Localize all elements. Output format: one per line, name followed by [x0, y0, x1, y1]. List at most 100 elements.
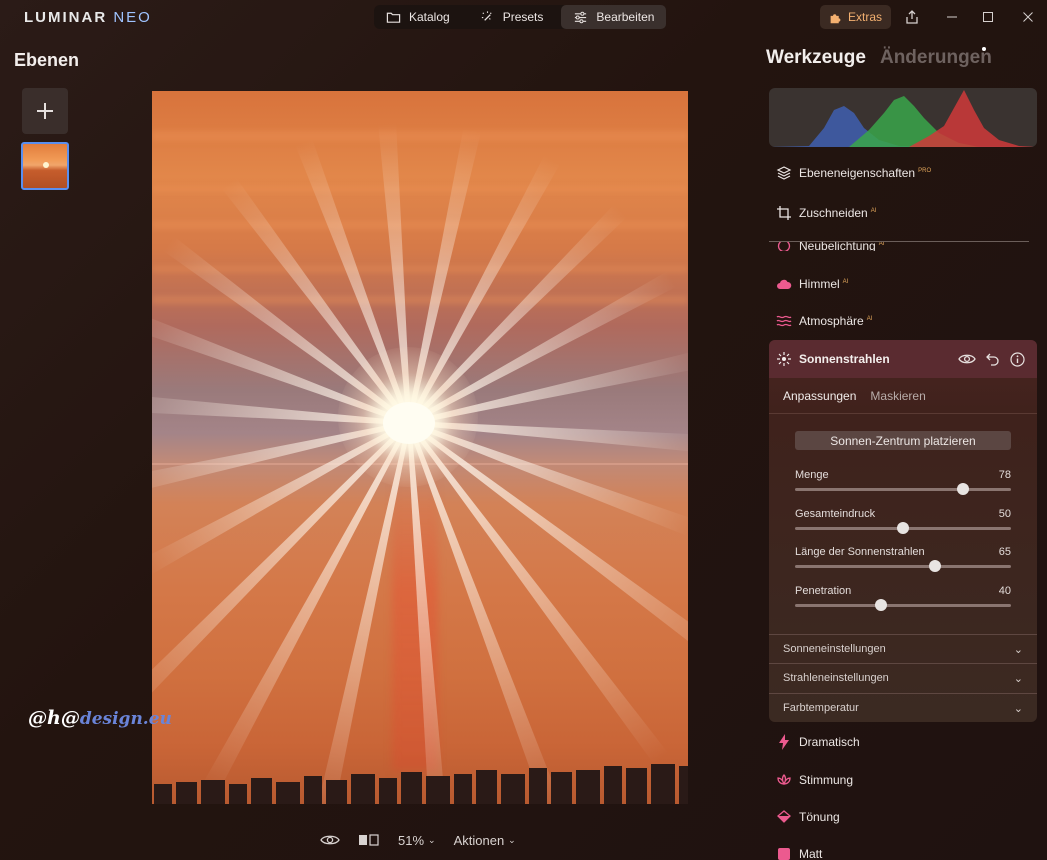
plus-icon	[37, 103, 53, 119]
tool-label: Ebeneneigenschaften PRO	[799, 166, 932, 180]
compare-button[interactable]	[358, 833, 380, 847]
slider-track[interactable]	[795, 488, 1011, 491]
bucket-icon	[769, 810, 799, 824]
pier-post	[501, 774, 525, 804]
lightning-icon	[769, 734, 799, 750]
tool-dramatisch[interactable]: Dramatisch	[769, 724, 1037, 760]
tool-ebeneneigenschaften[interactable]: Ebeneneigenschaften PRO	[769, 155, 1037, 191]
pier-posts	[154, 764, 688, 804]
slider-penetration[interactable]: Penetration 40	[795, 585, 1011, 615]
pier-post	[351, 774, 375, 804]
nav-bearbeiten[interactable]: Bearbeiten	[561, 5, 667, 29]
tool-neubelichtung[interactable]: Neubelichtung AI	[769, 242, 1037, 251]
presets-wand-icon	[481, 10, 492, 21]
watermark: @h@design.eu	[28, 707, 172, 729]
image-canvas[interactable]	[152, 91, 688, 804]
place-sun-center-button[interactable]: Sonnen-Zentrum platzieren	[795, 431, 1011, 450]
tool-stimmung[interactable]: Stimmung	[769, 762, 1037, 798]
section-farbtemperatur[interactable]: Farbtemperatur ⌄	[769, 693, 1037, 722]
tool-label: Atmosphäre AI	[799, 314, 873, 328]
slider-menge[interactable]: Menge 78	[795, 469, 1011, 499]
app-logo: LUMINAR NEO	[24, 9, 152, 26]
pier-post	[176, 782, 197, 804]
pier-post	[454, 774, 472, 804]
sunrays-icon	[769, 352, 799, 366]
slider-label: Menge	[795, 469, 829, 481]
extras-label: Extras	[847, 10, 882, 24]
pier-post	[679, 766, 688, 804]
tool-label: Himmel AI	[799, 277, 849, 291]
slider-laenge-sonnenstrahlen[interactable]: Länge der Sonnenstrahlen 65	[795, 546, 1011, 576]
section-sonneneinstellungen[interactable]: Sonneneinstellungen ⌄	[769, 634, 1037, 663]
pier-post	[276, 782, 300, 804]
tool-zuschneiden[interactable]: Zuschneiden AI	[769, 195, 1037, 231]
pier-post	[379, 778, 397, 804]
tab-maskieren[interactable]: Maskieren	[870, 389, 925, 403]
reset-icon[interactable]	[986, 352, 1000, 366]
nav-presets[interactable]: Presets	[468, 5, 556, 29]
tab-anpassungen[interactable]: Anpassungen	[783, 389, 856, 403]
tool-atmosphaere[interactable]: Atmosphäre AI	[769, 303, 1037, 339]
add-layer-button[interactable]	[22, 88, 68, 134]
bottom-toolbar: 51% ⌄ Aktionen ⌄	[320, 830, 516, 850]
tool-matt[interactable]: Matt	[769, 836, 1037, 860]
relight-icon	[769, 242, 799, 251]
compare-icon	[359, 834, 379, 846]
slider-knob[interactable]	[875, 599, 888, 611]
extras-button[interactable]: Extras	[820, 5, 891, 29]
section-strahleneinstellungen[interactable]: Strahleneinstellungen ⌄	[769, 663, 1037, 692]
maximize-icon[interactable]	[978, 7, 998, 27]
layer-thumbnail[interactable]	[21, 142, 69, 190]
slider-label: Länge der Sonnenstrahlen	[795, 546, 925, 558]
sliders-icon	[575, 11, 587, 23]
pier-post	[529, 768, 547, 804]
close-icon[interactable]	[1018, 7, 1038, 27]
visibility-eye-icon[interactable]	[958, 352, 976, 366]
slider-track[interactable]	[795, 604, 1011, 607]
slider-knob[interactable]	[929, 560, 942, 572]
zoom-value: 51%	[398, 832, 425, 848]
slider-label: Gesamteindruck	[795, 508, 876, 520]
slider-value: 50	[998, 508, 1011, 520]
slider-track[interactable]	[795, 565, 1011, 568]
share-icon[interactable]	[902, 7, 922, 27]
tool-himmel[interactable]: Himmel AI	[769, 266, 1037, 302]
tab-tools[interactable]: Werkzeuge	[766, 47, 866, 69]
tool-toenung[interactable]: Tönung	[769, 799, 1037, 835]
section-label: Sonneneinstellungen	[783, 643, 886, 655]
histogram	[769, 88, 1037, 147]
pier-post	[251, 778, 272, 804]
chevron-down-icon: ⌄	[1013, 703, 1023, 715]
title-bar: LUMINAR NEO Katalog Presets Bearbeiten E…	[0, 0, 1047, 34]
actions-label: Aktionen	[453, 832, 505, 848]
chevron-down-icon: ⌄	[1013, 644, 1023, 656]
section-label: Strahleneinstellungen	[783, 672, 889, 684]
sun	[383, 402, 435, 444]
thumbnail-sun	[43, 162, 49, 168]
actions-dropdown[interactable]: Aktionen ⌄	[454, 833, 516, 848]
sunrays-header[interactable]: Sonnenstrahlen	[769, 340, 1037, 378]
pier-post	[604, 766, 622, 804]
sunrays-panel: Sonnenstrahlen Anpassungen Maskieren Son…	[769, 340, 1037, 722]
atmosphere-icon	[769, 314, 799, 328]
pier-post	[229, 784, 247, 804]
minimize-icon[interactable]	[942, 7, 962, 27]
slider-knob[interactable]	[957, 483, 970, 495]
eye-icon	[320, 835, 340, 845]
pier-post	[551, 772, 572, 804]
preview-eye-button[interactable]	[320, 833, 340, 847]
pier-post	[626, 768, 647, 804]
nav-katalog[interactable]: Katalog	[374, 5, 462, 29]
section-label: Farbtemperatur	[783, 702, 859, 714]
right-tabs: Werkzeuge Änderungen	[766, 47, 992, 69]
slider-value: 65	[998, 546, 1011, 558]
slider-knob[interactable]	[897, 522, 909, 534]
tab-changes[interactable]: Änderungen	[880, 47, 992, 69]
slider-gesamteindruck[interactable]: Gesamteindruck 50	[795, 508, 1011, 538]
tool-label: Dramatisch	[799, 735, 860, 749]
pier-post	[304, 776, 322, 804]
matt-icon	[769, 847, 799, 860]
zoom-dropdown[interactable]: 51% ⌄	[398, 833, 436, 848]
main-nav: Katalog Presets Bearbeiten	[374, 5, 667, 29]
info-icon[interactable]	[1010, 351, 1025, 367]
